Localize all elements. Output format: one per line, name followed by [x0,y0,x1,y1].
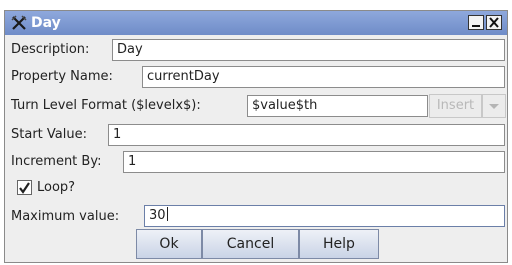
maximum-value-label: Maximum value: [11,209,120,224]
insert-button[interactable]: Insert [429,94,482,118]
minimize-button[interactable] [468,15,484,30]
turn-level-format-label: Turn Level Format ($levelx$): [11,98,201,113]
chevron-down-icon [489,104,499,109]
maximum-value-field[interactable]: 30 [144,205,505,227]
dialog-window: Day Description: Day Property Name: curr… [4,10,508,263]
title-bar[interactable]: Day [5,11,507,35]
start-value-field[interactable]: 1 [108,124,505,146]
close-button[interactable] [486,15,502,30]
help-button[interactable]: Help [299,229,379,259]
increment-by-label: Increment By: [11,154,102,169]
maximum-value-text: 30 [149,208,166,223]
property-name-label: Property Name: [11,69,113,84]
crossed-swords-icon [11,15,27,31]
cancel-button[interactable]: Cancel [202,229,299,259]
start-value-label: Start Value: [11,127,87,142]
loop-checkbox[interactable] [17,180,32,195]
text-caret [166,207,168,221]
loop-label[interactable]: Loop? [37,180,75,195]
description-field[interactable]: Day [112,39,505,61]
ok-button[interactable]: Ok [136,229,202,259]
checkmark-icon [19,182,30,194]
description-label: Description: [11,42,90,57]
increment-by-field[interactable]: 1 [123,151,505,173]
insert-dropdown-button[interactable] [482,94,506,118]
window-title: Day [31,15,61,31]
minimize-icon [472,25,480,27]
close-icon [489,17,499,28]
property-name-field[interactable]: currentDay [142,66,505,88]
turn-level-format-field[interactable]: $value$th [247,95,428,117]
